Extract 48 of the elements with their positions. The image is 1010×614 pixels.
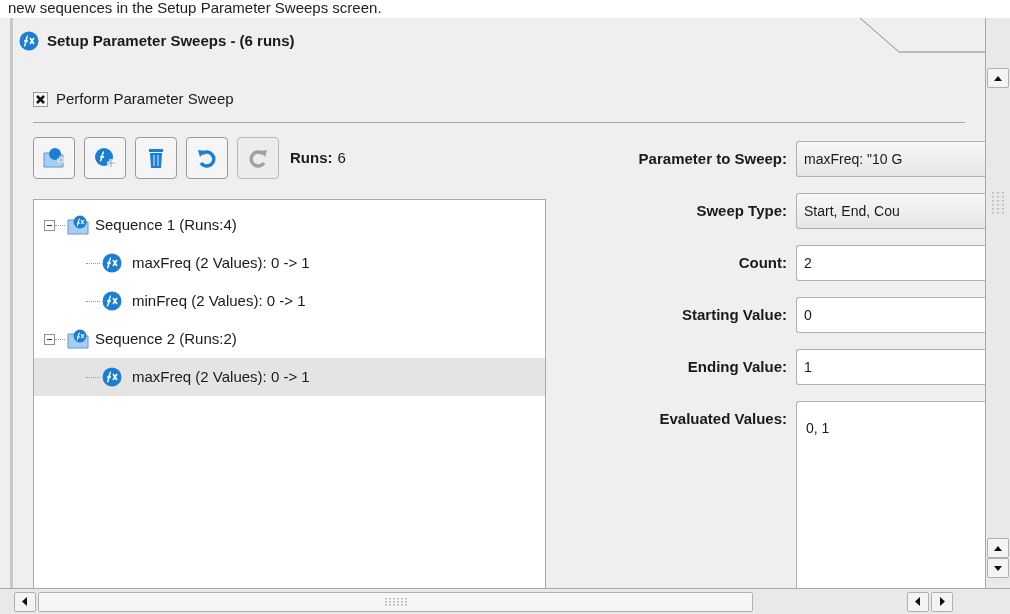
input-field[interactable]: 1 (796, 349, 985, 385)
text-area[interactable]: 0, 1 (796, 401, 985, 588)
checkbox-label: Perform Parameter Sweep (56, 88, 234, 109)
tree-item[interactable]: Sequence 1 (Runs:4) (34, 206, 545, 244)
scroll-thumb[interactable] (38, 591, 753, 612)
scroll-left-button[interactable] (14, 591, 36, 612)
function-icon (102, 253, 122, 273)
delete-button[interactable] (135, 137, 177, 179)
tree-item[interactable]: maxFreq (2 Values): 0 -> 1 (34, 358, 545, 396)
panel-title: Setup Parameter Sweeps - (6 runs) (47, 30, 295, 51)
field-label: Starting Value: (680, 305, 788, 325)
horizontal-scrollbar[interactable] (0, 588, 1010, 614)
tree-item[interactable]: maxFreq (2 Values): 0 -> 1 (34, 244, 545, 282)
collapse-icon[interactable] (44, 333, 55, 345)
function-icon (19, 31, 39, 51)
scroll-left-button[interactable] (907, 591, 929, 612)
add-parameter-button[interactable] (84, 137, 126, 179)
field-label: Parameter to Sweep: (637, 149, 788, 169)
folder-icon (67, 328, 89, 350)
function-icon (102, 291, 122, 311)
dropdown[interactable]: Start, End, Cou (796, 193, 985, 229)
runs-count: 6 (337, 147, 346, 168)
input-field[interactable]: 0 (796, 297, 985, 333)
scroll-up-button[interactable] (987, 538, 1009, 558)
field-label: Sweep Type: (695, 201, 788, 221)
input-field[interactable]: 2 (796, 245, 985, 281)
scroll-down-button[interactable] (987, 558, 1009, 578)
scroll-up-button[interactable] (987, 68, 1009, 88)
field-label: Ending Value: (686, 357, 788, 377)
grip-icon (991, 191, 1005, 215)
sweep-checkbox[interactable] (33, 91, 48, 107)
folder-icon (67, 214, 89, 236)
collapse-icon[interactable] (44, 219, 55, 231)
undo-button[interactable] (186, 137, 228, 179)
field-label: Count: (737, 253, 788, 273)
grip-icon (383, 596, 408, 607)
dropdown[interactable]: maxFreq: "10 G (796, 141, 985, 177)
function-icon (102, 367, 122, 387)
scroll-right-button[interactable] (931, 591, 953, 612)
add-function-icon (93, 146, 117, 170)
tree-item[interactable]: minFreq (2 Values): 0 -> 1 (34, 282, 545, 320)
add-folder-icon (42, 146, 66, 170)
vertical-scrollbar[interactable] (985, 18, 1010, 588)
add-sequence-button[interactable] (33, 137, 75, 179)
field-label: Evaluated Values: (658, 409, 788, 429)
runs-label: Runs: (290, 147, 333, 168)
caption: new sequences in the Setup Parameter Sweeps screen. (7, 0, 383, 18)
tree-item[interactable]: Sequence 2 (Runs:2) (34, 320, 545, 358)
